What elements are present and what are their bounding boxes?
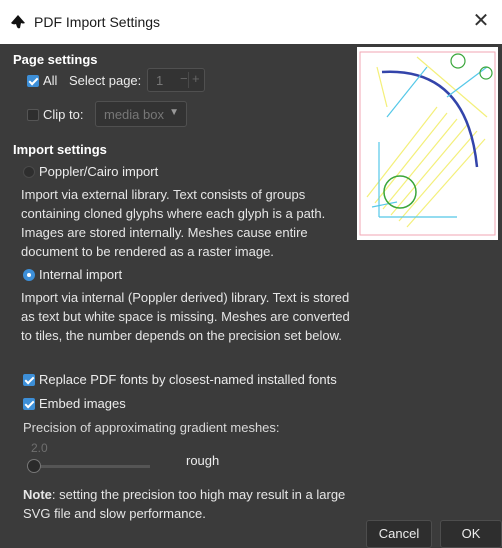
title-bar: PDF Import Settings ✕ [0,0,502,44]
poppler-description: Import via external library. Text consis… [21,187,326,259]
internal-label: Internal import [39,267,123,282]
clip-value: media box [104,107,164,122]
replace-fonts-label: Replace PDF fonts by closest-named insta… [39,372,337,387]
close-icon[interactable]: ✕ [470,10,492,32]
precision-note: Note: setting the precision too high may… [23,485,353,523]
plus-icon[interactable]: + [192,71,200,86]
checkbox-unchecked-icon[interactable] [27,108,39,121]
preview-drawing [359,51,496,236]
page-value: 1 [156,73,164,88]
poppler-radio[interactable]: Poppler/Cairo import [23,164,158,179]
checkbox-checked-icon[interactable] [27,74,39,87]
precision-value: 2.0 [31,441,48,455]
precision-word-row: rough [186,453,219,468]
embed-images-label: Embed images [39,396,126,411]
precision-slider-handle[interactable] [27,459,41,473]
all-label: All [43,73,58,88]
clip-label: Clip to: [43,107,84,122]
page-preview [357,47,498,240]
clip-to-dropdown[interactable]: media box ▼ [95,101,187,127]
checkbox-checked-icon[interactable] [23,397,35,410]
minus-icon[interactable]: − [180,71,188,86]
cancel-button[interactable]: Cancel [366,520,432,548]
note-text: : setting the precision too high may res… [23,487,346,521]
chevron-down-icon: ▼ [169,107,179,118]
embed-images-checkbox[interactable]: Embed images [23,396,126,411]
window-title: PDF Import Settings [34,14,161,30]
radio-selected-icon[interactable] [23,268,35,281]
precision-value-row: 2.0 [31,441,48,455]
all-pages-checkbox[interactable]: All [27,73,57,88]
clip-to-checkbox[interactable]: Clip to: [27,107,83,122]
page-settings-heading: Page settings [13,52,98,67]
radio-unselected-icon[interactable] [23,165,35,178]
inkscape-icon [11,15,25,29]
precision-slider-track[interactable] [33,465,150,468]
select-page-label-row: Select page: [69,73,141,88]
poppler-label: Poppler/Cairo import [39,164,159,179]
replace-fonts-checkbox[interactable]: Replace PDF fonts by closest-named insta… [23,372,337,387]
ok-button[interactable]: OK [440,520,502,548]
checkbox-checked-icon[interactable] [23,373,35,386]
spin-divider [188,72,189,88]
internal-import-radio[interactable]: Internal import [23,267,122,282]
select-page-label: Select page: [69,73,142,88]
precision-label: Precision of approximating gradient mesh… [23,420,280,435]
page-spinbutton[interactable]: 1 − + [147,68,205,92]
internal-description: Import via internal (Poppler derived) li… [21,290,350,343]
precision-word: rough [186,453,220,468]
note-bold: Note [23,487,52,502]
precision-label-row: Precision of approximating gradient mesh… [23,420,280,435]
import-settings-heading: Import settings [13,142,107,157]
